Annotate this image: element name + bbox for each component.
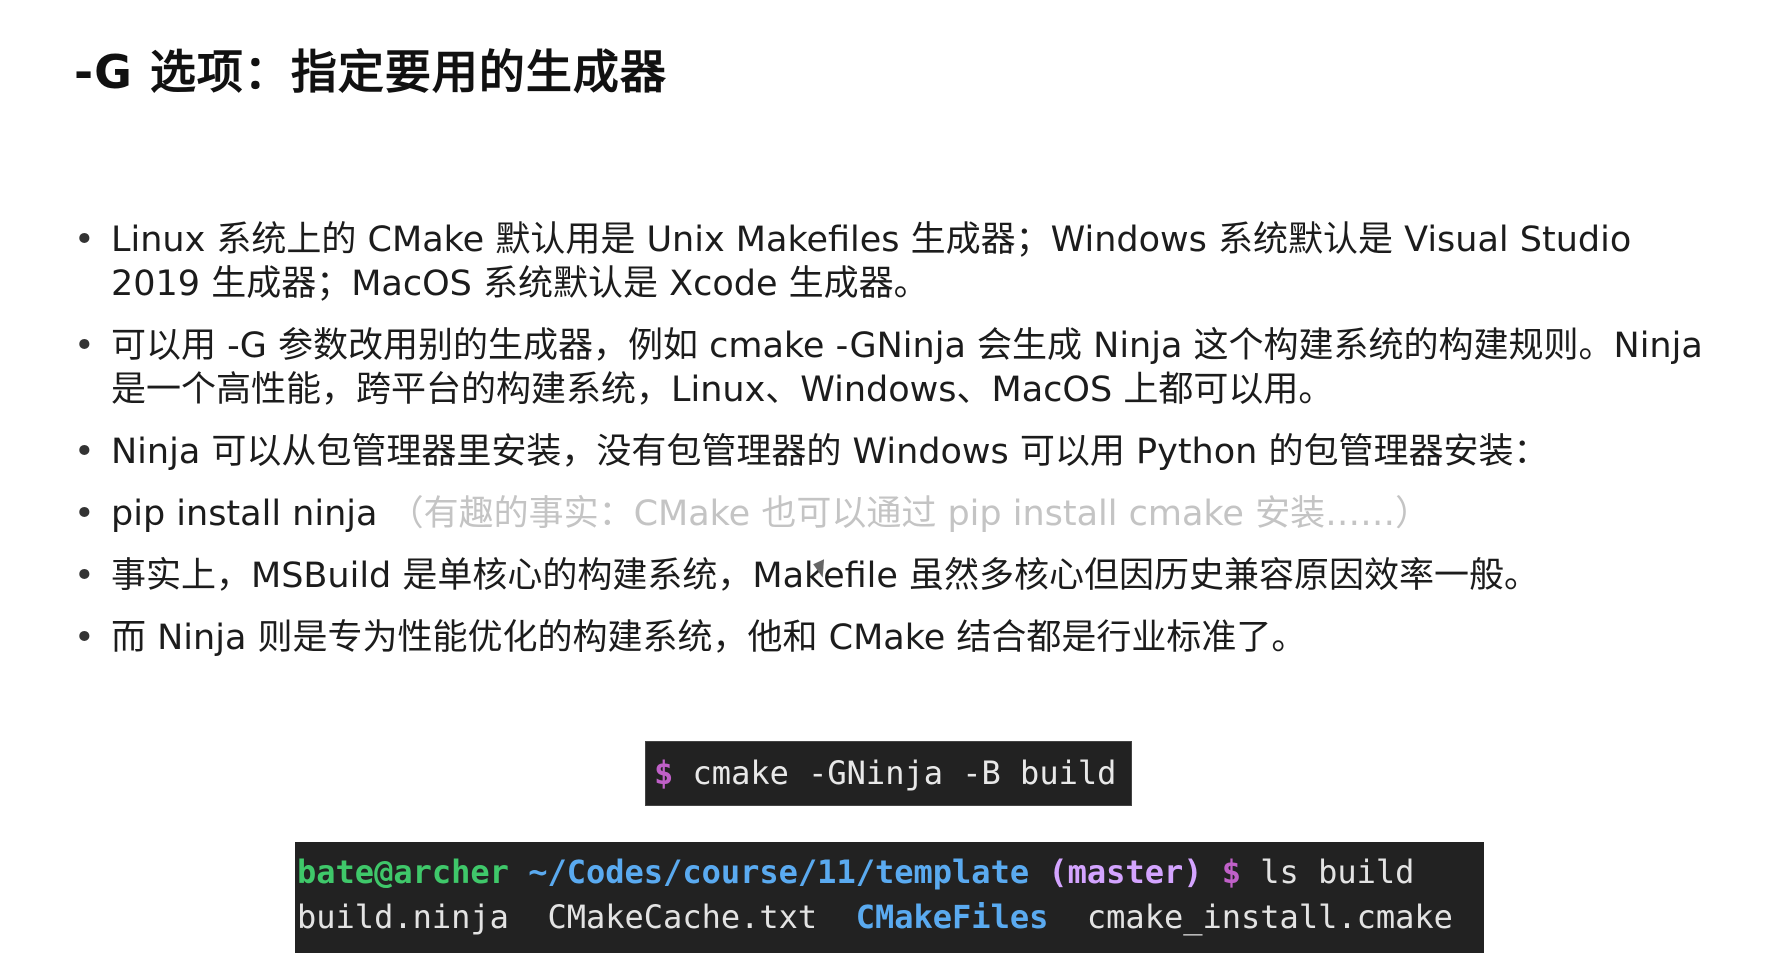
video-watermark [1544,0,1774,30]
bullet-text: pip install ninja [111,494,389,534]
terminal-prompt: $ [1221,853,1242,891]
bullet-item: 可以用 -G 参数改用别的生成器，例如 cmake -GNinja 会生成 Ni… [74,324,1714,412]
file-entry: build.ninja [297,898,509,936]
terminal-git-branch: (master) [1048,853,1203,891]
file-entry: cmake_install.cmake [1086,898,1453,936]
terminal-output: bate@archer ~/Codes/course/11/template (… [295,842,1484,953]
file-entry: CMakeCache.txt [547,898,818,936]
command-prompt: $ [654,754,674,792]
command-snippet: $ cmake -GNinja -B build [645,741,1132,806]
bullet-item: 而 Ninja 则是专为性能优化的构建系统，他和 CMake 结合都是行业标准了… [74,616,1714,660]
terminal-file-listing: build.ninja CMakeCache.txt CMakeFiles cm… [297,895,1484,940]
bullet-list: Linux 系统上的 CMake 默认用是 Unix Makefiles 生成器… [74,218,1714,678]
bullet-text: Ninja 可以从包管理器里安装，没有包管理器的 Windows 可以用 Pyt… [111,432,1549,472]
bullet-text: Linux 系统上的 CMake 默认用是 Unix Makefiles 生成器… [111,220,1632,304]
bullet-text: 可以用 -G 参数改用别的生成器，例如 cmake -GNinja 会生成 Ni… [111,326,1703,410]
bullet-item: 事实上，MSBuild 是单核心的构建系统，Makefile 虽然多核心但因历史… [74,554,1714,598]
terminal-user-host: bate@archer [297,853,509,891]
terminal-prompt-line: bate@archer ~/Codes/course/11/template (… [297,850,1484,895]
bullet-text: 而 Ninja 则是专为性能优化的构建系统，他和 CMake 结合都是行业标准了… [111,618,1307,658]
bullet-item: Linux 系统上的 CMake 默认用是 Unix Makefiles 生成器… [74,218,1714,306]
terminal-command: ls build [1260,853,1415,891]
terminal-path: ~/Codes/course/11/template [528,853,1030,891]
bullet-item: pip install ninja （有趣的事实：CMake 也可以通过 pip… [74,492,1714,536]
command-text: cmake -GNinja -B build [673,754,1117,792]
bullet-item: Ninja 可以从包管理器里安装，没有包管理器的 Windows 可以用 Pyt… [74,430,1714,474]
directory-entry: CMakeFiles [855,898,1049,936]
slide-title: -G 选项：指定要用的生成器 [74,45,667,99]
bullet-aside-note: （有趣的事实：CMake 也可以通过 pip install cmake 安装…… [388,494,1431,534]
